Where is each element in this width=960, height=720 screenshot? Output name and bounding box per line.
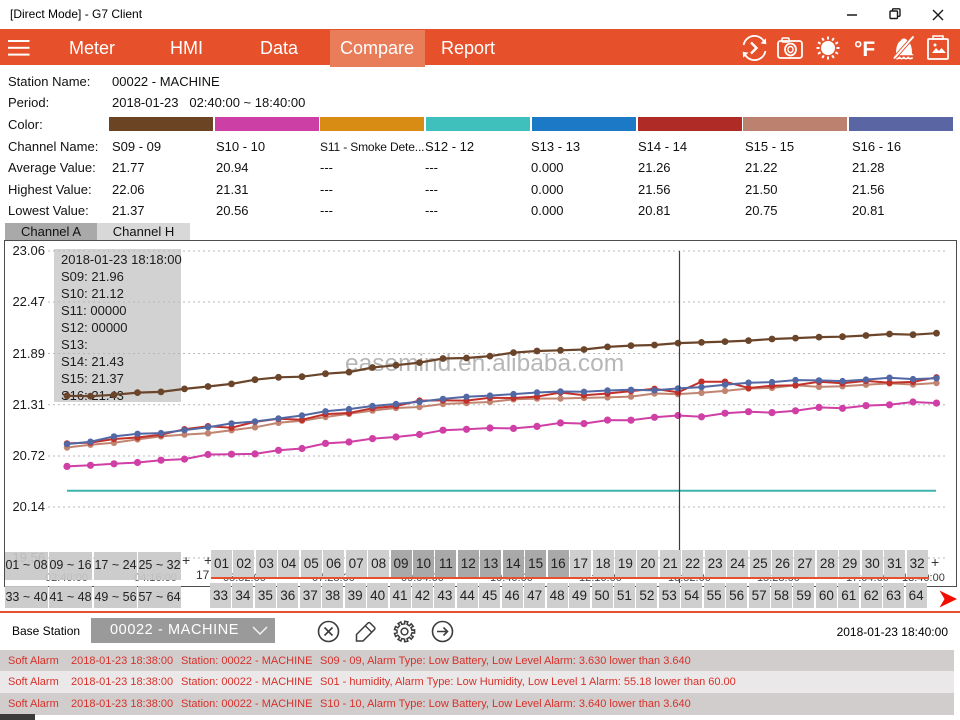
- svg-text:easemind.en.alibaba.com: easemind.en.alibaba.com: [345, 350, 624, 377]
- svg-text:S13:: S13:: [61, 337, 88, 352]
- svg-text:S12: 00000: S12: 00000: [61, 320, 128, 335]
- svg-text:S10: 21.12: S10: 21.12: [61, 286, 124, 301]
- svg-text:S14: 21.43: S14: 21.43: [61, 354, 124, 369]
- svg-text:S09: 21.96: S09: 21.96: [61, 269, 124, 284]
- svg-text:2018-01-23 18:18:00: 2018-01-23 18:18:00: [61, 252, 182, 267]
- svg-text:S11: 00000: S11: 00000: [61, 303, 127, 318]
- svg-text:S15: 21.37: S15: 21.37: [61, 371, 124, 386]
